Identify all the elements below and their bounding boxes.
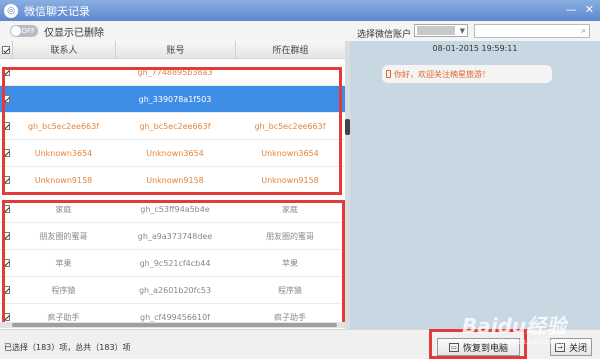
contact-cell: gh_bc5ec2ee663f [27,121,100,131]
restore-button-label: 恢复到电脑 [462,343,508,354]
table-row[interactable]: gh_339078a1f503 [0,86,345,113]
header-contact[interactable]: 联系人 [12,41,115,58]
account-select-label: 选择微信账户 [357,30,412,40]
close-button[interactable]: → 关闭 [550,338,592,356]
computer-icon: ▭ [448,342,459,352]
account-cell: gh_cf499456610f [140,312,210,322]
account-select-value [417,26,455,35]
toolbar: OFF 仅显示已删除 选择微信账户 ▼ ⌕ [0,21,600,41]
checkbox-box [2,286,10,294]
row-checkbox[interactable] [0,176,12,184]
checkbox-box [2,149,10,157]
show-deleted-toggle[interactable]: OFF [10,25,38,37]
toggle-knob [11,26,21,36]
horizontal-scroll-thumb[interactable] [12,323,337,327]
checkbox-box [2,205,10,213]
group-cell: 程序猿 [278,285,302,295]
row-checkbox[interactable] [0,313,12,321]
group-cell: gh_bc5ec2ee663f [254,121,326,131]
checkbox-box [2,45,10,54]
account-cell: gh_bc5ec2ee663f [139,121,211,131]
restore-to-pc-button[interactable]: ▭ 恢复到电脑 [437,338,520,356]
table-row[interactable]: Unknown9158 Unknown9158 Unknown9158 [0,167,345,194]
account-cell: Unknown3654 [146,148,204,158]
account-cell: gh_a2601b20fc53 [138,285,212,295]
title-bar: ◎ 微信聊天记录 — ✕ [0,0,600,21]
chevron-down-icon: ▼ [459,26,465,35]
chat-bubble: 你好，欢迎关注楠星旅游！ [382,65,552,83]
checkbox-box [2,122,10,130]
group-cell: 苹果 [282,258,298,268]
checkbox-box [2,232,10,240]
contact-cell: 家庭 [55,204,72,214]
row-checkbox[interactable] [0,95,12,103]
checkbox-box [2,259,10,267]
app-logo-icon: ◎ [4,3,18,18]
exit-icon: → [554,342,565,352]
account-cell: gh_7748895b38a3 [137,67,213,77]
group-cell: 疯子助手 [274,312,306,322]
table-row[interactable]: 家庭 gh_c53ff94a5b4e 家庭 [0,196,345,223]
account-cell: gh_c53ff94a5b4e [140,204,210,214]
account-cell: gh_9c521cf4cb44 [139,258,211,268]
contact-cell: Unknown3654 [34,148,93,158]
window-title: 微信聊天记录 [24,4,90,18]
table-row[interactable]: gh_bc5ec2ee663f gh_bc5ec2ee663f gh_bc5ec2e… [0,113,345,140]
account-cell: gh_a9a373748dee [137,231,213,241]
row-checkbox[interactable] [0,122,12,130]
row-checkbox[interactable] [0,259,12,267]
table-row[interactable]: 程序猿 gh_a2601b20fc53 程序猿 [0,277,345,304]
selection-count: 已选择（183）项，总共（183）项 [4,343,131,352]
account-cell: Unknown9158 [146,175,204,185]
group-cell: 朋友圈的蜜哥 [266,231,314,241]
group-cell: 家庭 [282,204,298,214]
contact-cell: 苹果 [55,258,72,268]
table-row[interactable]: 朋友圈的蜜哥 gh_a9a373748dee 朋友圈的蜜哥 [0,223,345,250]
account-cell: gh_339078a1f503 [138,94,212,104]
contact-table: 联系人 账号 所在群组 gh_7748895b38a3 gh_339078a1f5… [0,41,345,329]
contact-cell: 朋友圈的蜜哥 [39,231,88,241]
table-row[interactable]: gh_7748895b38a3 [0,59,345,86]
window-controls: — ✕ [566,3,594,16]
table-body: gh_7748895b38a3 gh_339078a1f503 gh_bc5ec2e… [0,59,345,329]
row-checkbox[interactable] [0,232,12,240]
row-checkbox[interactable] [0,286,12,294]
contact-cell: 程序猿 [51,285,76,295]
row-checkbox[interactable] [0,205,12,213]
table-header: 联系人 账号 所在群组 [0,41,345,59]
group-cell: Unknown9158 [261,175,319,185]
chat-preview: 08-01-2015 19:59:11 你好，欢迎关注楠星旅游！ [350,41,600,329]
chat-message: 你好，欢迎关注楠星旅游！ [394,69,490,79]
table-row[interactable]: Unknown3654 Unknown3654 Unknown3654 [0,140,345,167]
chat-timestamp: 08-01-2015 19:59:11 [432,44,518,53]
table-row[interactable]: 苹果 gh_9c521cf4cb44 苹果 [0,250,345,277]
search-icon[interactable]: ⌕ [581,26,586,36]
header-account[interactable]: 账号 [115,41,235,58]
checkbox-box [2,95,10,103]
toggle-state-label: OFF [21,27,35,35]
row-checkbox[interactable] [0,149,12,157]
checkbox-box [2,68,10,76]
contact-cell: 疯子助手 [47,312,80,322]
minimize-icon[interactable]: — [566,3,577,16]
close-button-label: 关闭 [568,343,587,354]
header-group[interactable]: 所在群组 [235,41,345,58]
row-checkbox[interactable] [0,68,12,76]
horizontal-scrollbar[interactable] [0,322,345,328]
search-input[interactable]: ⌕ [474,24,590,38]
checkbox-box [2,176,10,184]
show-deleted-label: 仅显示已删除 [44,27,104,39]
checkbox-box [2,313,10,321]
phone-icon [386,70,391,78]
contact-cell: Unknown9158 [34,175,93,185]
account-select[interactable]: ▼ [414,24,468,37]
select-all-checkbox[interactable] [0,45,12,54]
group-cell: Unknown3654 [261,148,319,158]
close-window-icon[interactable]: ✕ [585,3,594,16]
status-bar: 已选择（183）项，总共（183）项 ▭ 恢复到电脑 → 关闭 [0,329,600,359]
